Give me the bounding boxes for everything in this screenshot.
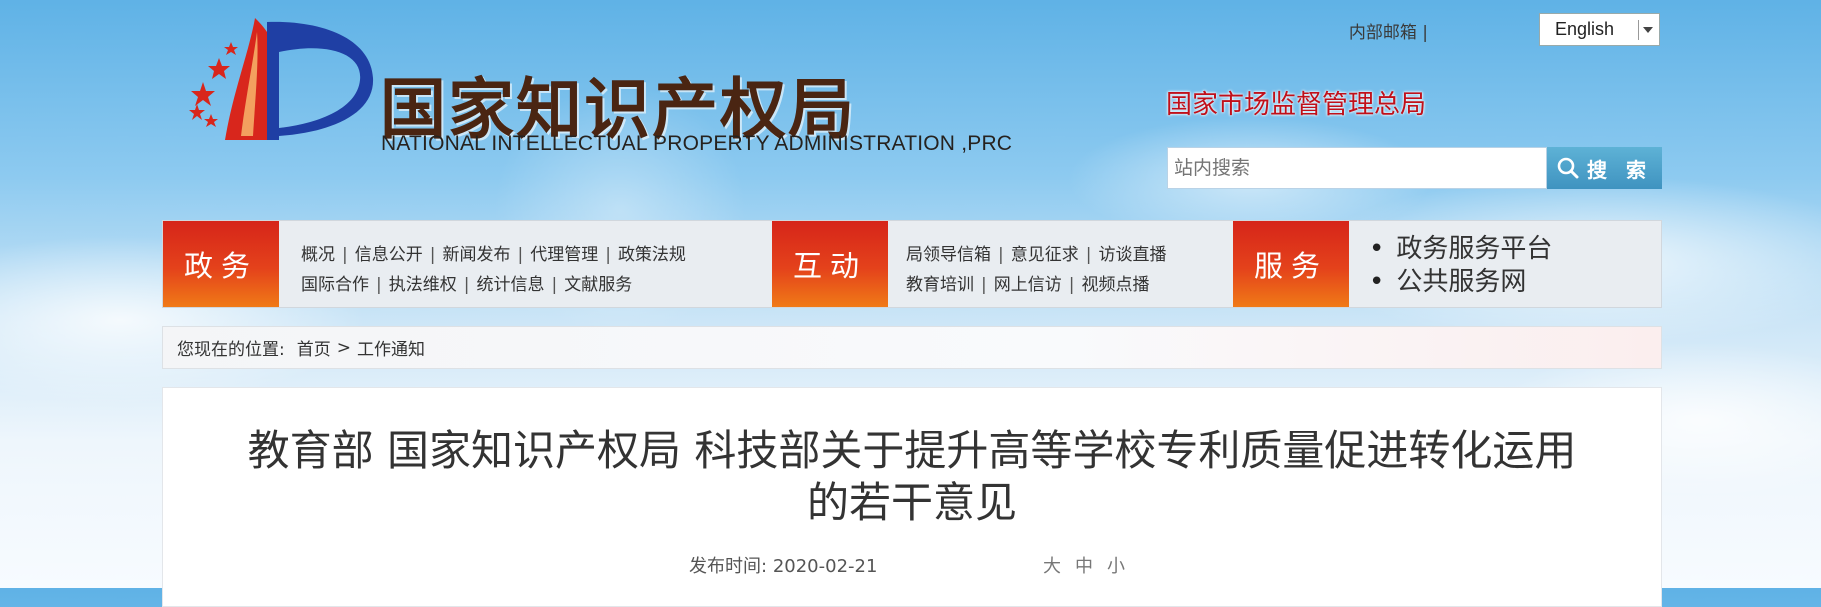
search-input[interactable] [1168,148,1546,188]
nav-link-online-petition[interactable]: 网上信访 [994,275,1062,295]
internal-mailbox-link[interactable]: 内部邮箱 | [1349,18,1428,43]
search-button-label: 搜 索 [1587,157,1652,182]
select-divider [1638,20,1639,40]
language-select[interactable]: English [1539,13,1660,46]
nav-row: 教育培训 | 网上信访 | 视频点播 [906,275,1150,295]
nav-section-services[interactable]: 服务 [1233,221,1349,307]
nav-link-policies-regulations[interactable]: 政策法规 [618,245,686,265]
nav-link-public-service-network[interactable]: 公共服务网 [1369,266,1552,299]
chevron-down-icon [1643,27,1653,33]
nav-section-interaction[interactable]: 互动 [772,221,888,307]
breadcrumb: 您现在的位置: 首页 > 工作通知 [162,326,1662,369]
nav-row: 局领导信箱 | 意见征求 | 访谈直播 [906,245,1167,265]
breadcrumb-home-link[interactable]: 首页 [297,335,331,360]
nav-link-statistics[interactable]: 统计信息 [476,275,544,295]
font-size-small[interactable]: 小 [1107,556,1125,577]
publish-info: 发布时间: 2020-02-21 [689,552,877,578]
nav-link-literature-services[interactable]: 文献服务 [564,275,632,295]
nav-link-video-on-demand[interactable]: 视频点播 [1081,275,1149,295]
site-logo[interactable]: 国家知识产权局 NATIONAL INTELLECTUAL PROPERTY A… [175,12,1055,162]
main-navigation: 政务 概况 | 信息公开 | 新闻发布 | 代理管理 | 政策法规 国际合作 | 执法维权 | 统计信息… [162,220,1662,308]
search-icon [1557,157,1579,179]
interaction-links: 局领导信箱 | 意见征求 | 访谈直播 教育培训 | 网上信访 | 视频点播 [906,240,1166,300]
font-size-large[interactable]: 大 [1043,556,1061,577]
search-button[interactable]: 搜 索 [1547,147,1662,189]
language-selected-value: English [1555,19,1615,39]
nav-link-overview[interactable]: 概况 [301,245,335,265]
nav-link-comment-solicitation[interactable]: 意见征求 [1011,245,1079,265]
article-panel: 教育部 国家知识产权局 科技部关于提升高等学校专利质量促进转化运用 的若干意见 … [162,387,1662,607]
search-field[interactable] [1167,147,1547,189]
parent-agency-link[interactable]: 国家市场监督管理总局 [1166,84,1426,121]
nav-row: 国际合作 | 执法维权 | 统计信息 | 文献服务 [301,275,633,295]
nav-row: 概况 | 信息公开 | 新闻发布 | 代理管理 | 政策法规 [301,245,686,265]
nav-link-enforcement[interactable]: 执法维权 [389,275,457,295]
article-title-line: 的若干意见 [806,478,1017,527]
nav-link-agency-management[interactable]: 代理管理 [530,245,598,265]
nav-link-international-cooperation[interactable]: 国际合作 [301,275,369,295]
government-affairs-links: 概况 | 信息公开 | 新闻发布 | 代理管理 | 政策法规 国际合作 | 执法维权 | 统计信息 | 文献… [301,240,686,300]
nav-section-government-affairs[interactable]: 政务 [163,221,279,307]
breadcrumb-separator: > [336,337,351,358]
publish-date: 2020-02-21 [772,556,878,577]
nav-link-interview-live[interactable]: 访谈直播 [1098,245,1166,265]
article-title: 教育部 国家知识产权局 科技部关于提升高等学校专利质量促进转化运用 的若干意见 [193,425,1631,529]
nav-link-education-training[interactable]: 教育培训 [906,275,974,295]
font-size-control: 大中小 [1043,552,1139,578]
breadcrumb-prefix: 您现在的位置: [177,340,285,360]
cnipa-emblem-icon [189,18,374,140]
publish-label: 发布时间: [689,556,768,577]
nav-link-government-service-platform[interactable]: 政务服务平台 [1369,233,1552,266]
nav-link-info-disclosure[interactable]: 信息公开 [355,245,423,265]
breadcrumb-current[interactable]: 工作通知 [357,335,425,360]
services-list: 政务服务平台 公共服务网 [1369,233,1552,299]
logo-english-name: NATIONAL INTELLECTUAL PROPERTY ADMINISTR… [381,132,1013,155]
article-title-line: 教育部 国家知识产权局 科技部关于提升高等学校专利质量促进转化运用 [247,426,1577,475]
nav-link-leader-mailbox[interactable]: 局领导信箱 [906,245,991,265]
font-size-medium[interactable]: 中 [1075,556,1093,577]
nav-link-news-release[interactable]: 新闻发布 [442,245,510,265]
